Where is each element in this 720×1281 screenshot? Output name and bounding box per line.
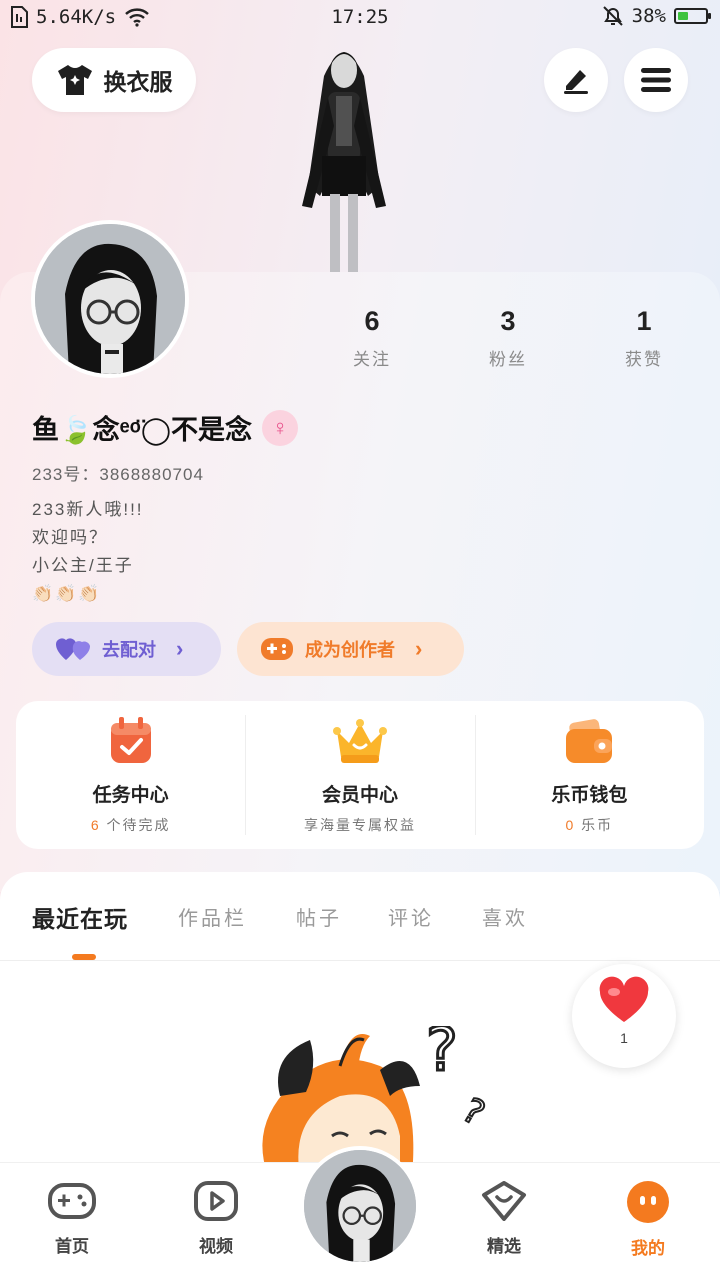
user-id[interactable]: 233号：3868880704 xyxy=(32,460,204,485)
hamburger-menu-icon xyxy=(641,68,671,92)
wallet-item[interactable]: 乐币钱包 0 乐币 xyxy=(474,701,704,849)
bio: 233新人哦!!! 欢迎吗？ 小公主/王子 👏🏻👏🏻👏🏻 xyxy=(32,496,144,608)
task-center-item[interactable]: 任务中心 6 个待完成 xyxy=(16,701,245,849)
stat-label: 关注 xyxy=(353,350,391,369)
favorite-count: 1 xyxy=(620,1030,628,1046)
heart-bag-icon xyxy=(482,1181,526,1221)
feature-panel: 任务中心 6 个待完成 会员中心 享海量专属权益 乐币钱包 0 乐币 xyxy=(16,701,704,849)
feature-title: 会员中心 xyxy=(321,785,398,806)
avatar-character-figure[interactable] xyxy=(284,36,404,272)
bio-line: 👏🏻👏🏻👏🏻 xyxy=(32,584,102,603)
stat-value: 1 xyxy=(636,306,652,336)
username-row: 鱼🍃念ᵉᵒ̈◯不是念 ♀ xyxy=(32,408,299,447)
username: 鱼🍃念ᵉᵒ̈◯不是念 xyxy=(32,415,253,445)
feature-title: 任务中心 xyxy=(92,785,169,806)
nav-label: 首页 xyxy=(55,1237,89,1256)
match-button[interactable]: 去配对 › xyxy=(32,622,221,676)
pending-task-count: 6 xyxy=(90,817,101,833)
tab-recently-played[interactable]: 最近在玩 xyxy=(32,900,128,934)
nav-featured[interactable]: 精选 xyxy=(456,1181,552,1257)
feature-subtitle: 0 乐币 xyxy=(475,815,704,835)
crown-icon xyxy=(332,719,387,763)
nav-center-avatar[interactable] xyxy=(300,1146,420,1266)
pen-icon xyxy=(564,70,588,94)
tab-posts[interactable]: 帖子 xyxy=(296,902,342,931)
tab-likes[interactable]: 喜欢 xyxy=(482,902,528,931)
nav-label: 我的 xyxy=(631,1239,665,1258)
bio-line: 233新人哦!!! xyxy=(32,500,144,519)
become-creator-button[interactable]: 成为创作者 › xyxy=(237,622,464,676)
feature-subtitle-text: 个待完成 xyxy=(100,817,171,833)
double-heart-icon xyxy=(56,638,90,660)
profile-tabs: 最近在玩 作品栏 帖子 评论 喜欢 xyxy=(0,872,720,961)
heart-balloon-icon xyxy=(599,976,649,1022)
nav-me[interactable]: 我的 xyxy=(600,1181,696,1259)
feature-subtitle-text: 享海量专属权益 xyxy=(303,817,416,833)
status-bar: 5.64K/s 17:25 38% xyxy=(0,0,720,36)
gamepad-plus-icon xyxy=(261,638,293,660)
feature-subtitle: 享海量专属权益 xyxy=(245,815,474,835)
stat-following[interactable]: 6 关注 xyxy=(304,306,440,370)
member-center-item[interactable]: 会员中心 享海量专属权益 xyxy=(245,701,474,849)
feature-title: 乐币钱包 xyxy=(551,785,628,806)
bio-line: 欢迎吗？ xyxy=(32,528,108,547)
edit-profile-button[interactable] xyxy=(544,48,608,112)
change-outfit-button[interactable]: 换衣服 xyxy=(32,48,196,112)
calendar-check-icon xyxy=(110,717,151,763)
avatar-portrait xyxy=(304,1150,416,1262)
stat-followers[interactable]: 3 粉丝 xyxy=(440,306,576,370)
battery-icon xyxy=(674,8,711,24)
change-outfit-label: 换衣服 xyxy=(103,69,173,95)
nav-video[interactable]: 视频 xyxy=(168,1181,264,1257)
nav-label: 视频 xyxy=(199,1237,233,1256)
profile-avatar[interactable] xyxy=(31,220,189,378)
menu-button[interactable] xyxy=(624,48,688,112)
match-label: 去配对 xyxy=(102,640,156,660)
wallet-icon xyxy=(566,719,613,763)
nav-label: 精选 xyxy=(487,1237,521,1256)
bio-line: 小公主/王子 xyxy=(32,556,134,575)
svg-text:?: ? xyxy=(426,1026,458,1085)
stat-value: 6 xyxy=(364,306,380,336)
become-creator-label: 成为创作者 xyxy=(305,640,395,660)
tab-comments[interactable]: 评论 xyxy=(388,902,434,931)
profile-stats: 6 关注 3 粉丝 1 获赞 xyxy=(304,306,712,370)
battery-percent: 38% xyxy=(631,5,666,27)
feature-subtitle-text: 乐币 xyxy=(575,817,614,833)
avatar-portrait xyxy=(35,224,185,374)
stat-label: 粉丝 xyxy=(489,350,527,369)
favorite-float-button[interactable]: 1 xyxy=(572,964,676,1068)
active-tab-indicator xyxy=(72,954,96,960)
tshirt-icon xyxy=(57,65,92,95)
female-gender-icon: ♀ xyxy=(262,409,299,446)
stat-label: 获赞 xyxy=(625,350,663,369)
chevron-right-icon: › xyxy=(176,636,184,661)
feature-subtitle: 6 个待完成 xyxy=(16,815,245,835)
svg-text:?: ? xyxy=(456,1090,492,1134)
face-icon xyxy=(627,1181,669,1223)
stat-likes[interactable]: 1 获赞 xyxy=(576,306,712,370)
coin-balance: 0 xyxy=(565,817,576,833)
play-icon xyxy=(194,1181,238,1221)
chevron-right-icon: › xyxy=(415,636,423,661)
gamepad-icon xyxy=(48,1183,96,1219)
tab-works[interactable]: 作品栏 xyxy=(178,902,247,931)
nav-home[interactable]: 首页 xyxy=(24,1181,120,1257)
bell-muted-icon xyxy=(602,6,623,26)
stat-value: 3 xyxy=(500,306,516,336)
